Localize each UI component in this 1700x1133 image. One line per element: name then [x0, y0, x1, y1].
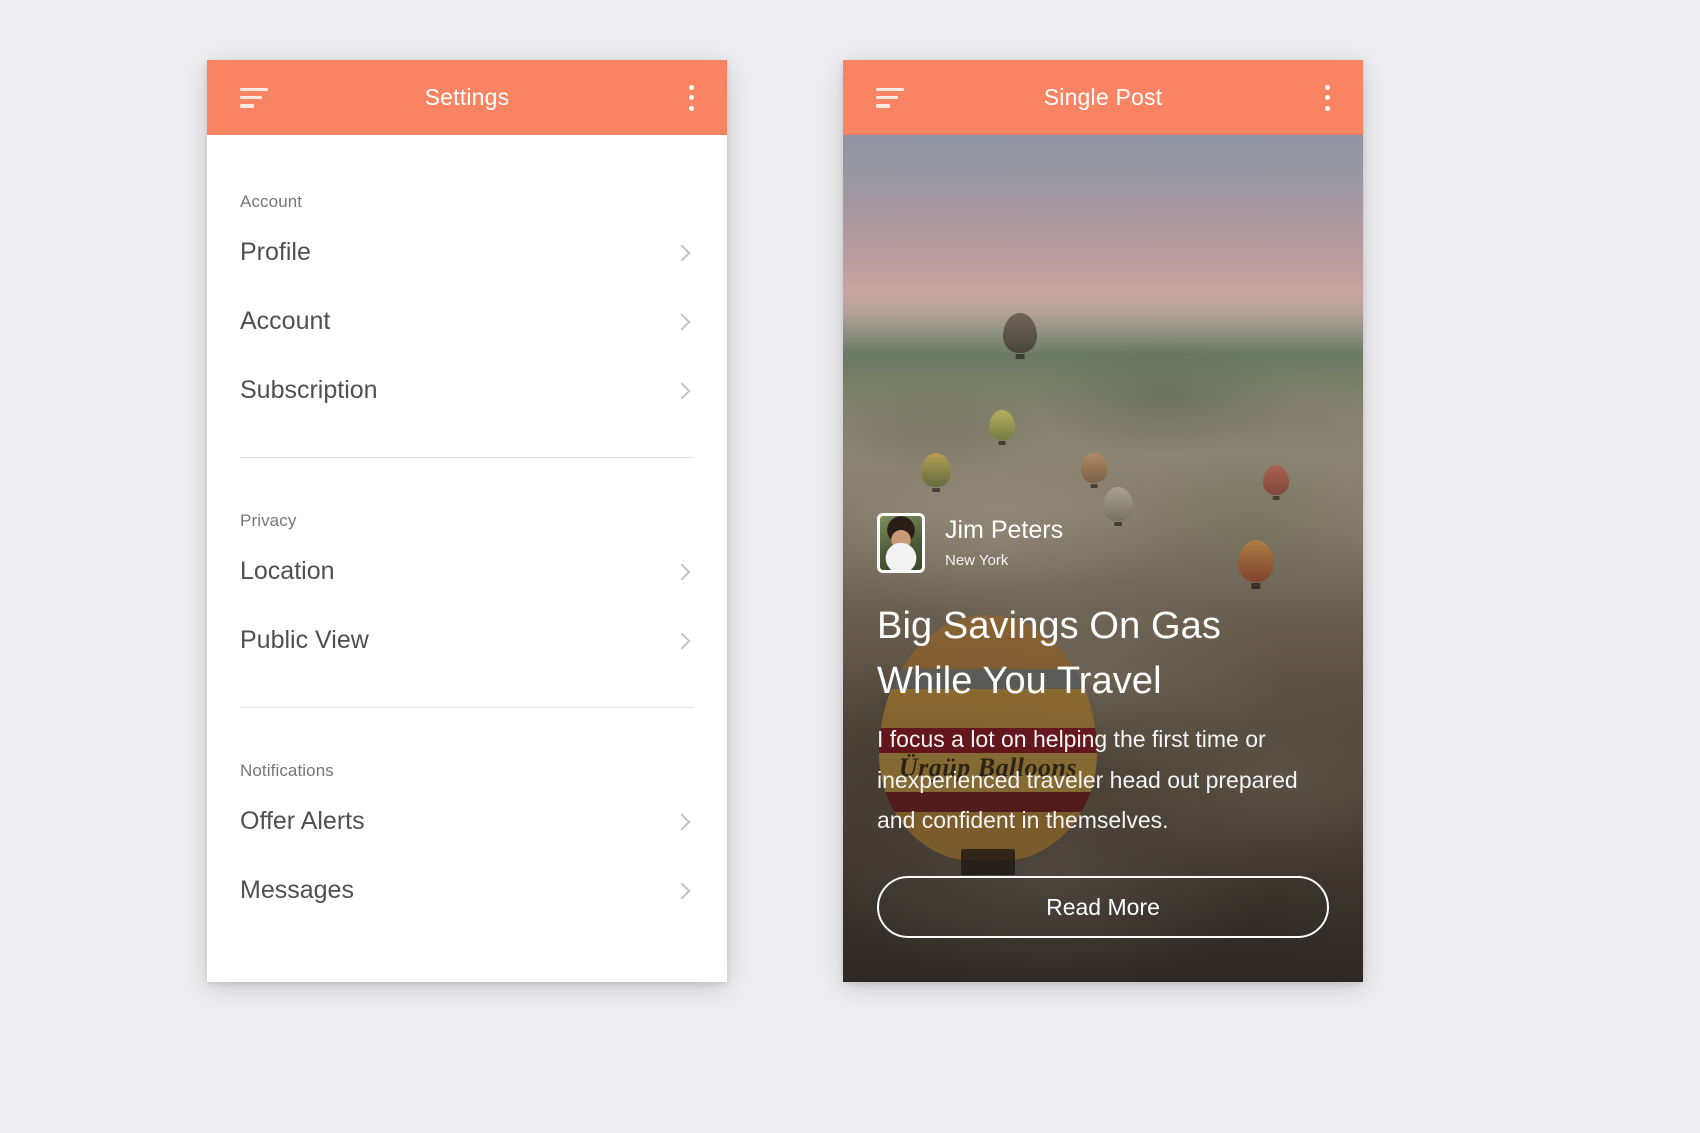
post-content: Jim Peters New York Big Savings On Gas W…: [843, 513, 1363, 982]
sidebar-item-account[interactable]: Account: [240, 287, 694, 356]
settings-group-privacy: Privacy Location Public View: [240, 458, 694, 708]
settings-group-notifications: Notifications Offer Alerts Messages: [240, 708, 694, 925]
kebab-menu-icon[interactable]: [688, 84, 694, 111]
sidebar-item-offer-alerts[interactable]: Offer Alerts: [240, 787, 694, 856]
sidebar-item-public-view[interactable]: Public View: [240, 606, 694, 675]
chevron-right-icon: [673, 632, 691, 649]
author-meta: Jim Peters New York: [945, 517, 1063, 569]
menu-bar-2: [876, 95, 898, 100]
kebab-dot-3: [688, 105, 694, 111]
group-label-account: Account: [240, 192, 303, 211]
settings-page-title: Settings: [424, 84, 510, 110]
settings-row-label: Offer Alerts: [240, 807, 365, 835]
post-appbar: Single Post: [843, 60, 1363, 135]
read-more-button[interactable]: Read More: [877, 876, 1329, 938]
menu-bar-1: [240, 87, 268, 91]
group-label-privacy: Privacy: [240, 511, 297, 530]
post-hero: Ürgüp Balloons Jim Peters New York Big S…: [843, 135, 1363, 982]
kebab-dot-2: [688, 95, 694, 100]
settings-group-account: Account Profile Account Subscription: [240, 135, 694, 458]
author-block: Jim Peters New York: [877, 513, 1329, 574]
settings-row-label: Public View: [240, 626, 369, 654]
sidebar-item-messages[interactable]: Messages: [240, 856, 694, 925]
hamburger-menu-icon[interactable]: [876, 87, 906, 108]
menu-bar-3: [240, 104, 254, 108]
kebab-dot-1: [1324, 84, 1330, 90]
settings-row-label: Messages: [240, 876, 354, 904]
settings-screen: Settings Account Profile Account Subscri…: [207, 60, 727, 982]
chevron-right-icon: [673, 244, 691, 261]
chevron-right-icon: [673, 382, 691, 399]
sidebar-item-profile[interactable]: Profile: [240, 218, 694, 287]
chevron-right-icon: [673, 813, 691, 830]
sidebar-item-location[interactable]: Location: [240, 537, 694, 606]
kebab-dot-2: [1324, 95, 1330, 100]
menu-bar-3: [876, 104, 890, 108]
menu-bar-2: [240, 95, 262, 100]
settings-row-label: Location: [240, 557, 335, 585]
author-location: New York: [945, 551, 1009, 569]
post-title: Big Savings On Gas While You Travel: [877, 605, 1221, 703]
settings-row-label: Subscription: [240, 376, 378, 404]
settings-row-label: Profile: [240, 238, 311, 266]
settings-list: Account Profile Account Subscription Pri: [207, 135, 727, 982]
kebab-menu-icon[interactable]: [1324, 84, 1330, 111]
kebab-dot-3: [1324, 105, 1330, 111]
menu-bar-1: [876, 87, 904, 91]
settings-appbar: Settings: [207, 60, 727, 135]
author-name: Jim Peters: [945, 516, 1064, 545]
screenshot-stage: Settings Account Profile Account Subscri…: [0, 0, 1700, 1133]
avatar: [877, 513, 925, 574]
kebab-dot-1: [688, 84, 694, 90]
chevron-right-icon: [673, 563, 691, 580]
settings-row-label: Account: [240, 307, 331, 335]
post-page-title: Single Post: [1043, 84, 1163, 110]
group-label-notifications: Notifications: [240, 761, 334, 780]
chevron-right-icon: [673, 882, 691, 899]
hamburger-menu-icon[interactable]: [240, 87, 270, 108]
single-post-screen: Single Post Ürgüp Balloons: [843, 60, 1363, 982]
chevron-right-icon: [673, 313, 691, 330]
post-excerpt: I focus a lot on helping the first time …: [877, 726, 1298, 833]
sidebar-item-subscription[interactable]: Subscription: [240, 356, 694, 425]
